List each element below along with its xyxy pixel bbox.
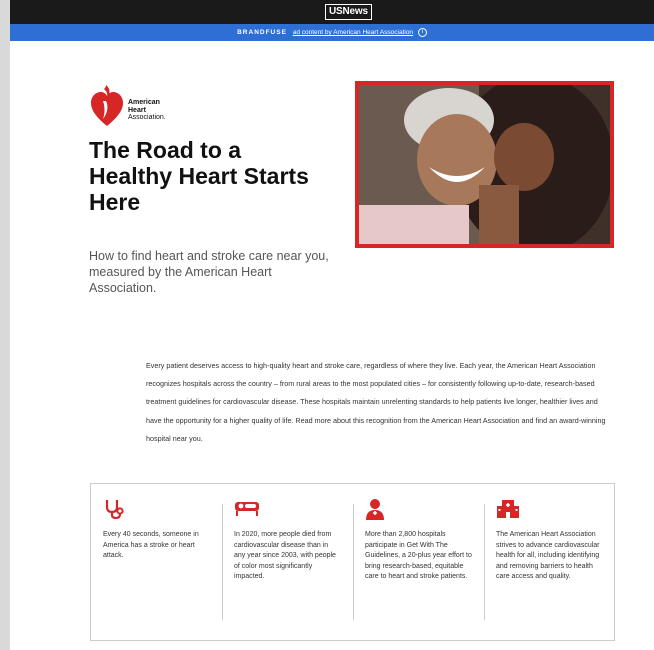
brandfuse-label: BRANDFUSE <box>237 29 287 36</box>
top-bar: USNews <box>10 0 654 24</box>
page: USNews BRANDFUSE ad content by American … <box>10 0 654 650</box>
stethoscope-icon <box>103 498 210 520</box>
aha-logo-text: American Heart Association. <box>128 99 166 122</box>
patient-bed-icon <box>234 498 341 520</box>
intro-paragraph: Every patient deserves access to high-qu… <box>146 361 606 443</box>
stat-card: More than 2,800 hospitals participate in… <box>353 484 484 640</box>
aha-logo[interactable]: American Heart Association. <box>90 83 210 127</box>
ad-disclosure-bar: BRANDFUSE ad content by American Heart A… <box>10 24 654 41</box>
stats-box: Every 40 seconds, someone in America has… <box>90 483 615 641</box>
stat-text: In 2020, more people died from cardiovas… <box>234 531 336 580</box>
heart-torch-icon <box>91 85 123 126</box>
logo-line-2: Heart <box>128 106 146 114</box>
stat-card: In 2020, more people died from cardiovas… <box>222 484 353 640</box>
stat-card: The American Heart Association strives t… <box>484 484 615 640</box>
hospital-icon <box>496 498 603 520</box>
page-subtitle: How to find heart and stroke care near y… <box>89 249 329 295</box>
logo-line-3: Association. <box>128 114 166 121</box>
stat-text: Every 40 seconds, someone in America has… <box>103 531 199 559</box>
info-icon[interactable]: i <box>417 27 427 37</box>
page-title: The Road to a Healthy Heart Starts Here <box>89 137 309 215</box>
doctor-icon <box>365 498 472 520</box>
stat-text: The American Heart Association strives t… <box>496 531 600 580</box>
hugging-women-image <box>359 85 610 244</box>
ad-content-link[interactable]: ad content by American Heart Association <box>293 29 413 36</box>
usnews-logo[interactable]: USNews <box>325 4 372 20</box>
stat-text: More than 2,800 hospitals participate in… <box>365 531 472 580</box>
stat-card: Every 40 seconds, someone in America has… <box>91 484 222 640</box>
hero-photo <box>355 81 614 248</box>
logo-line-1: American <box>128 99 160 106</box>
